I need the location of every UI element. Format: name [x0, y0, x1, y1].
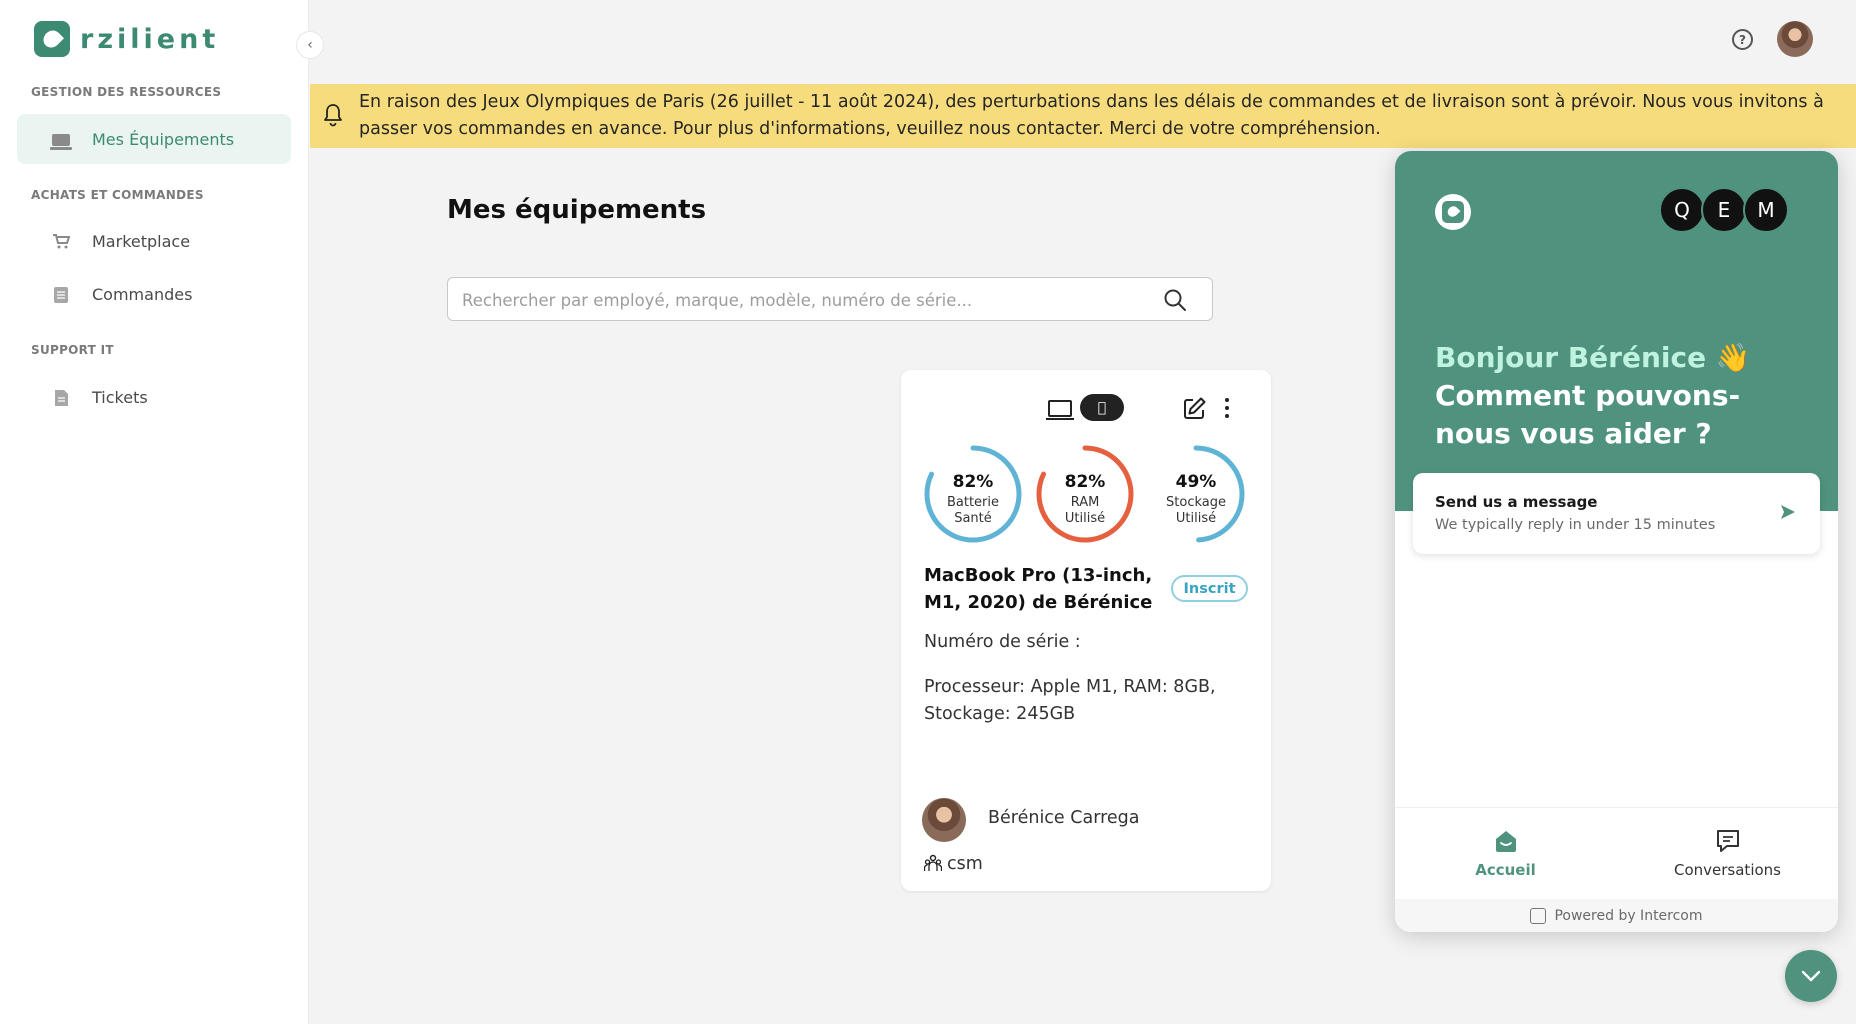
- battery-health-gauge: 82% Batterie Santé: [922, 443, 1024, 545]
- intercom-icon: [1530, 908, 1547, 924]
- send-message-card[interactable]: Send us a message We typically reply in …: [1413, 473, 1820, 554]
- chevron-left-icon: ‹: [307, 37, 313, 53]
- owner-avatar: [922, 798, 966, 842]
- gauge-label: Batterie Santé: [946, 495, 1000, 526]
- apple-icon: : [1080, 394, 1124, 421]
- team-avatars: Q E M: [1659, 187, 1789, 233]
- greeting-hello: Bonjour Bérénice 👋: [1435, 341, 1751, 374]
- status-badge: Inscrit: [1171, 575, 1248, 602]
- logo-icon: [34, 21, 70, 57]
- messenger-logo-icon: [1435, 194, 1471, 230]
- team-avatar: Q: [1659, 187, 1705, 233]
- send-message-title: Send us a message: [1435, 493, 1598, 511]
- user-avatar[interactable]: [1777, 21, 1813, 57]
- search-icon[interactable]: [1163, 288, 1187, 312]
- gauge-ring: [1147, 445, 1245, 543]
- edit-icon[interactable]: [1182, 396, 1207, 421]
- owner-name[interactable]: Bérénice Carrega: [988, 808, 1140, 828]
- send-icon: [1781, 505, 1795, 519]
- messenger-close-button[interactable]: [1785, 950, 1837, 1002]
- gauge-percent: 82%: [1064, 472, 1106, 492]
- collapse-sidebar-button[interactable]: ‹: [296, 31, 324, 59]
- gauge-ring: [1036, 445, 1134, 543]
- logo-text: rzilient: [80, 23, 220, 55]
- gauge-label: Stockage Utilisé: [1166, 495, 1226, 526]
- greeting-question: Comment pouvons-nous vous aider ?: [1435, 379, 1741, 450]
- search-input[interactable]: [462, 287, 1142, 313]
- gauge-percent: 49%: [1175, 472, 1217, 492]
- team-avatar: E: [1701, 187, 1747, 233]
- section-title-purchases: ACHATS ET COMMANDES: [31, 188, 204, 202]
- more-options-icon[interactable]: [1223, 396, 1231, 420]
- search-box: [447, 277, 1213, 321]
- powered-by[interactable]: Powered by Intercom: [1395, 899, 1838, 932]
- sidebar-item-commandes[interactable]: Commandes: [17, 269, 291, 319]
- team-icon: [924, 854, 942, 871]
- section-title-support: SUPPORT IT: [31, 343, 114, 357]
- gauge-percent: 82%: [952, 472, 994, 492]
- section-title-resources: GESTION DES RESSOURCES: [31, 85, 222, 99]
- messenger-footer: Accueil Conversations Powered by Interco…: [1395, 807, 1838, 932]
- home-icon: [1496, 831, 1516, 852]
- sidebar-item-tickets[interactable]: Tickets: [17, 372, 291, 422]
- sidebar-item-label: Marketplace: [92, 231, 191, 251]
- document-icon: [52, 389, 70, 406]
- sidebar: rzilient GESTION DES RESSOURCES Mes Équi…: [0, 0, 309, 1024]
- device-name[interactable]: MacBook Pro (13-inch, M1, 2020) de Bérén…: [924, 563, 1154, 616]
- tab-label: Conversations: [1674, 861, 1781, 879]
- tab-conversations[interactable]: Conversations: [1617, 808, 1838, 898]
- laptop-icon: [1046, 400, 1074, 420]
- cart-icon: [52, 233, 71, 249]
- laptop-icon: [50, 134, 72, 150]
- ram-usage-gauge: 82% RAM Utilisé: [1034, 443, 1136, 545]
- messenger-panel: Q E M Bonjour Bérénice 👋 Comment pouvons…: [1395, 151, 1838, 932]
- sidebar-item-marketplace[interactable]: Marketplace: [17, 216, 291, 266]
- list-icon: [52, 286, 70, 303]
- team-avatar: M: [1743, 187, 1789, 233]
- messenger-greeting: Bonjour Bérénice 👋 Comment pouvons-nous …: [1435, 339, 1815, 453]
- team-name: csm: [947, 854, 983, 874]
- messenger-header: Q E M Bonjour Bérénice 👋 Comment pouvons…: [1395, 151, 1838, 511]
- page-title: Mes équipements: [447, 195, 707, 225]
- powered-by-text: Powered by Intercom: [1554, 908, 1703, 924]
- sidebar-item-equipements[interactable]: Mes Équipements: [17, 114, 291, 164]
- tab-home[interactable]: Accueil: [1395, 808, 1616, 898]
- device-card[interactable]:  82% BatterieSanté 82% RAMUtilisé 49% S…: [901, 370, 1271, 891]
- bell-icon: [324, 104, 342, 127]
- sidebar-item-label: Mes Équipements: [92, 129, 235, 149]
- gauge-label: RAM Utilisé: [1064, 495, 1106, 526]
- tab-label: Accueil: [1475, 861, 1536, 879]
- app-logo[interactable]: rzilient: [34, 21, 219, 57]
- banner-text: En raison des Jeux Olympiques de Paris (…: [359, 92, 1824, 139]
- sidebar-item-label: Tickets: [92, 387, 148, 407]
- announcement-banner: En raison des Jeux Olympiques de Paris (…: [310, 84, 1856, 148]
- device-specs: Processeur: Apple M1, RAM: 8GB, Stockage…: [924, 677, 1216, 724]
- serial-number-label: Numéro de série :: [924, 632, 1081, 652]
- storage-usage-gauge: 49% Stockage Utilisé: [1145, 443, 1247, 545]
- gauge-ring: [924, 445, 1022, 543]
- help-icon[interactable]: ?: [1732, 29, 1753, 50]
- reply-time-text: We typically reply in under 15 minutes: [1435, 517, 1716, 533]
- chevron-down-icon: [1801, 970, 1821, 982]
- sidebar-item-label: Commandes: [92, 284, 193, 304]
- chat-icon: [1717, 830, 1739, 852]
